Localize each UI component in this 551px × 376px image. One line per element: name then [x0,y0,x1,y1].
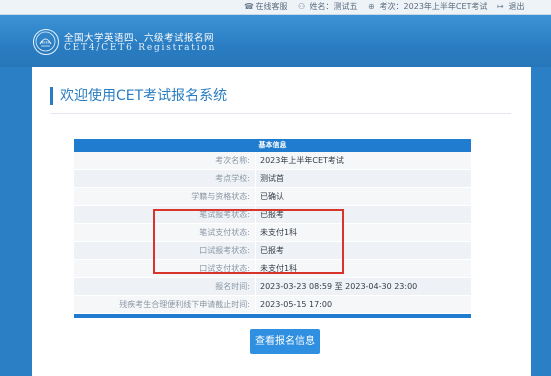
info-rows: 考次名称: 2023年上半年CET考试 考点学校: 测试首 学籍与资格状态: 已… [74,152,471,314]
title-divider [50,113,511,114]
table-row: 学籍与资格状态: 已确认 [74,188,471,206]
table-row: 考次名称: 2023年上半年CET考试 [74,152,471,170]
top-utility-bar: ☎ 在线客服 ⚇ 姓名：测试五 ⊕ 考次：2023年上半年CET考试 ↦ 退出 [0,0,551,15]
row-value: 2023年上半年CET考试 [260,156,344,165]
user-icon: ⚇ [298,2,306,11]
row-label: 考次名称: [215,156,250,165]
row-separator [255,296,256,313]
exam-session-info: ⊕ 考次：2023年上半年CET考试 [368,1,487,13]
row-separator [255,206,256,223]
user-name-label: 姓名：测试五 [309,2,358,11]
row-separator [255,170,256,187]
table-row: 口试支付状态: 未支付1科 [74,260,471,278]
row-separator [255,224,256,241]
table-heading: 基本信息 [74,139,471,152]
table-row: 残疾考生合理便利线下申请截止时间: 2023-05-15 17:00 [74,296,471,314]
row-value: 2023-03-23 08:59 至 2023-04-30 23:00 [260,282,418,291]
brand-title-en: CET4/CET6 Registration [64,43,217,53]
online-help-link[interactable]: ☎ 在线客服 [244,1,288,13]
row-value: 已报考 [260,210,284,219]
exam-session-label: 考次：2023年上半年CET考试 [379,2,488,11]
row-label: 笔试报考状态: [199,210,250,219]
row-separator [255,152,256,169]
table-row: 报名时间: 2023-03-23 08:59 至 2023-04-30 23:0… [74,278,471,296]
row-label: 学籍与资格状态: [191,192,250,201]
table-row: 口试报考状态: 已报考 [74,242,471,260]
brand-title-cn: 全国大学英语四、六级考试报名网 [64,33,215,44]
row-separator [255,242,256,259]
row-value: 测试首 [260,174,284,183]
row-separator [255,278,256,295]
row-separator [255,260,256,277]
page-title: 欢迎使用CET考试报名系统 [50,87,227,105]
online-help-label: 在线客服 [255,2,288,11]
row-value: 2023-05-15 17:00 [260,300,333,309]
row-separator [255,188,256,205]
row-value: 已报考 [260,246,284,255]
logout-icon: ↦ [497,2,504,11]
logout-label: 退出 [508,2,525,11]
main-panel: 欢迎使用CET考试报名系统 基本信息 考次名称: 2023年上半年CET考试 考… [32,67,531,376]
row-label: 考点学校: [215,174,250,183]
neea-logo: NEEA [33,29,59,55]
globe-icon: ⊕ [368,2,375,11]
view-registration-button[interactable]: 查看报名信息 [250,329,320,354]
table-row: 考点学校: 测试首 [74,170,471,188]
row-label: 报名时间: [215,282,250,291]
table-row: 笔试支付状态: 未支付1科 [74,224,471,242]
row-label: 口试报考状态: [199,246,250,255]
row-label: 笔试支付状态: [199,228,250,237]
logo-text: NEEA [41,41,51,45]
table-row: 笔试报考状态: 已报考 [74,206,471,224]
basic-info-table: 基本信息 考次名称: 2023年上半年CET考试 考点学校: 测试首 学籍与资格… [74,139,471,318]
table-footer-bar [74,314,471,318]
row-value: 未支付1科 [260,228,298,237]
user-name-info: ⚇ 姓名：测试五 [298,1,358,13]
logout-link[interactable]: ↦ 退出 [497,1,525,13]
row-value: 未支付1科 [260,264,298,273]
row-label: 口试支付状态: [199,264,250,273]
headset-icon: ☎ [244,2,254,11]
row-label: 残疾考生合理便利线下申请截止时间: [119,300,250,309]
row-value: 已确认 [260,192,284,201]
